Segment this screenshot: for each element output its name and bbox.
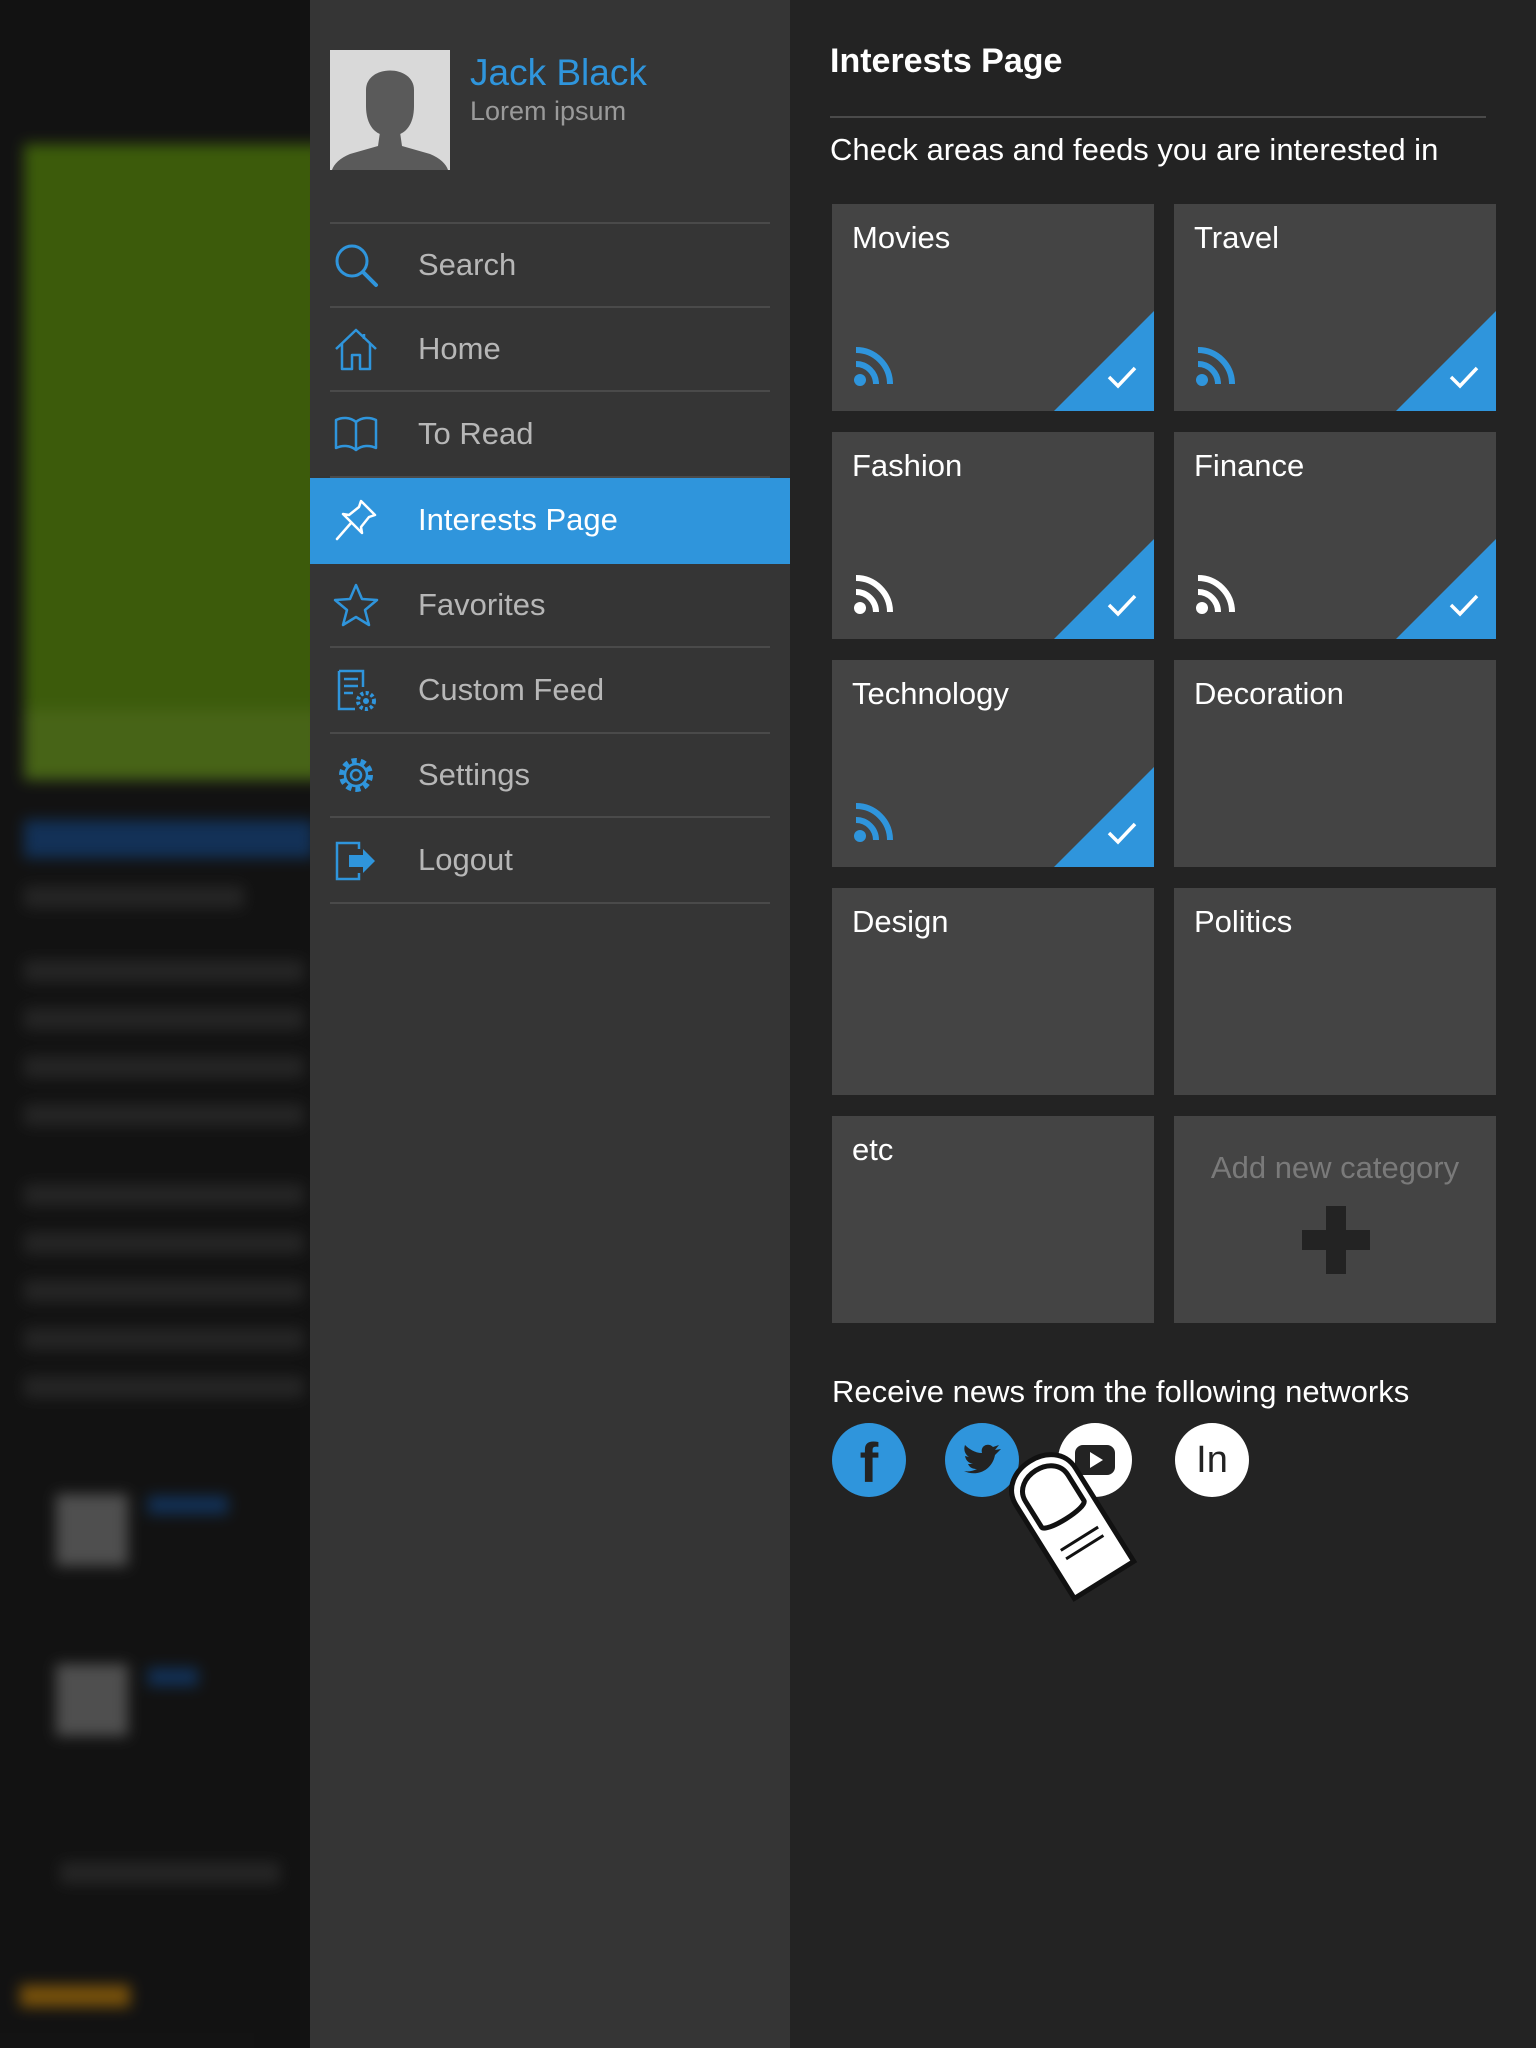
menu-item-label: Favorites [418,587,546,622]
selected-corner [1396,311,1496,411]
menu-item-home[interactable]: Home [330,308,770,392]
home-icon [332,325,380,373]
rss-icon[interactable] [852,570,898,621]
page-title: Interests Page [830,42,1063,80]
category-label: Design [852,904,949,939]
menu-item-to-read[interactable]: To Read [330,392,770,478]
linkedin-icon[interactable]: In [1175,1423,1249,1497]
menu-item-label: Interests Page [418,502,618,537]
menu-list: Search Home To Read Interests Page Favor… [310,222,790,904]
star-icon [332,581,380,629]
category-tile-finance[interactable]: Finance [1174,432,1496,639]
category-tile-fashion[interactable]: Fashion [832,432,1154,639]
category-label: Politics [1194,904,1293,939]
check-icon [1106,364,1138,395]
menu-item-custom-feed[interactable]: Custom Feed [330,648,770,734]
add-category-label: Add new category [1210,1150,1460,1185]
category-label: etc [852,1132,894,1167]
menu-item-logout[interactable]: Logout [330,818,770,904]
category-tile-technology[interactable]: Technology [832,660,1154,867]
category-tile-travel[interactable]: Travel [1174,204,1496,411]
pin-icon [332,496,380,544]
page-subtitle: Check areas and feeds you are interested… [830,132,1439,167]
gear-icon [332,751,380,799]
category-tile-etc[interactable]: etc [832,1116,1154,1323]
selected-corner [1054,539,1154,639]
category-label: Finance [1194,448,1305,483]
menu-item-label: Logout [418,842,513,877]
rss-icon[interactable] [1194,342,1240,393]
check-icon [1448,364,1480,395]
logout-icon [332,836,380,884]
custom-feed-icon [332,666,380,714]
check-icon [1106,820,1138,851]
category-label: Technology [852,676,1009,711]
background-app [0,0,310,2048]
category-label: Decoration [1194,676,1344,711]
menu-item-search[interactable]: Search [330,224,770,308]
facebook-icon[interactable]: f [832,1423,906,1497]
sidebar-menu: Jack Black Lorem ipsum Search Home To Re… [310,0,790,2048]
interests-panel: Interests Page Check areas and feeds you… [790,0,1536,2048]
add-category-button[interactable]: Add new category [1174,1116,1496,1323]
check-icon [1106,592,1138,623]
networks-label: Receive news from the following networks [832,1374,1410,1409]
category-label: Travel [1194,220,1279,255]
menu-item-label: Settings [418,757,531,792]
category-label: Fashion [852,448,963,483]
rss-icon[interactable] [852,342,898,393]
category-tile-design[interactable]: Design [832,888,1154,1095]
menu-item-label: To Read [418,416,534,451]
category-tile-politics[interactable]: Politics [1174,888,1496,1095]
rss-icon[interactable] [852,798,898,849]
title-divider [830,116,1486,118]
tap-gesture-icon [990,1424,1160,1619]
selected-corner [1054,767,1154,867]
user-name[interactable]: Jack Black [470,52,647,94]
book-icon [332,410,380,458]
menu-item-label: Search [418,247,517,282]
category-tile-decoration[interactable]: Decoration [1174,660,1496,867]
menu-item-settings[interactable]: Settings [330,734,770,818]
category-label: Movies [852,220,951,255]
search-icon [332,241,380,289]
plus-icon [1302,1206,1370,1279]
menu-item-label: Custom Feed [418,672,605,707]
selected-corner [1396,539,1496,639]
rss-icon[interactable] [1194,570,1240,621]
menu-item-label: Home [418,331,501,366]
user-subtitle: Lorem ipsum [470,96,627,126]
check-icon [1448,592,1480,623]
menu-item-favorites[interactable]: Favorites [330,564,770,648]
category-tile-movies[interactable]: Movies [832,204,1154,411]
avatar[interactable] [330,50,450,170]
selected-corner [1054,311,1154,411]
menu-item-interests-page[interactable]: Interests Page [310,478,790,564]
